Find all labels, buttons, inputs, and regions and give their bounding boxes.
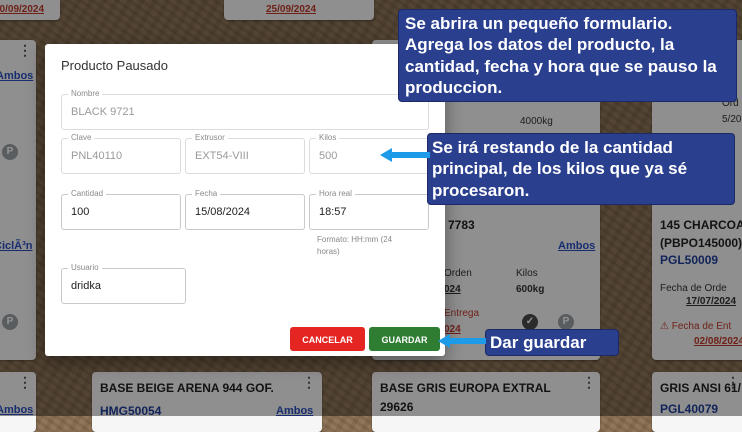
fecha-input[interactable]: Fecha 15/08/2024 [185, 189, 305, 230]
hora-format-hint: Formato: HH:mm (24 horas) [317, 235, 393, 256]
field-value: BLACK 9721 [71, 106, 135, 118]
usuario-input[interactable]: Usuario dridka [61, 263, 186, 304]
save-callout: Dar guardar [486, 330, 618, 356]
field-label: Extrusor [192, 133, 228, 142]
field-value: 15/08/2024 [195, 206, 251, 218]
field-value: EXT54-VIII [195, 150, 249, 162]
field-value: dridka [71, 280, 101, 292]
save-button[interactable]: GUARDAR [369, 327, 440, 351]
field-label: Fecha [192, 189, 221, 198]
cancel-button[interactable]: CANCELAR [290, 327, 365, 351]
save-arrow-icon [438, 334, 486, 348]
kilos-callout: Se irá restando de la cantidad principal… [428, 134, 734, 204]
field-value: 100 [71, 206, 90, 218]
field-value: PNL40110 [71, 150, 123, 162]
extrusor-field: Extrusor EXT54-VIII [185, 133, 305, 174]
field-label: Nombre [68, 89, 103, 98]
dialog-title: Producto Pausado [61, 58, 168, 73]
field-label: Clave [68, 133, 95, 142]
producto-pausado-dialog: Producto Pausado Nombre BLACK 9721 Clave… [45, 44, 445, 356]
clave-field: Clave PNL40110 [61, 133, 181, 174]
field-value: 500 [319, 150, 338, 162]
field-label: Hora real [316, 189, 355, 198]
form-callout: Se abrira un pequeño formulario. Agrega … [399, 10, 736, 101]
kilos-arrow-icon [380, 148, 430, 162]
field-label: Cantidad [68, 189, 107, 198]
hora-real-input[interactable]: Hora real 18:57 [309, 189, 429, 230]
cantidad-input[interactable]: Cantidad 100 [61, 189, 181, 230]
field-value: 18:57 [319, 206, 347, 218]
field-label: Usuario [68, 263, 102, 272]
nombre-field: Nombre BLACK 9721 [61, 89, 429, 130]
field-label: Kilos [316, 133, 340, 142]
